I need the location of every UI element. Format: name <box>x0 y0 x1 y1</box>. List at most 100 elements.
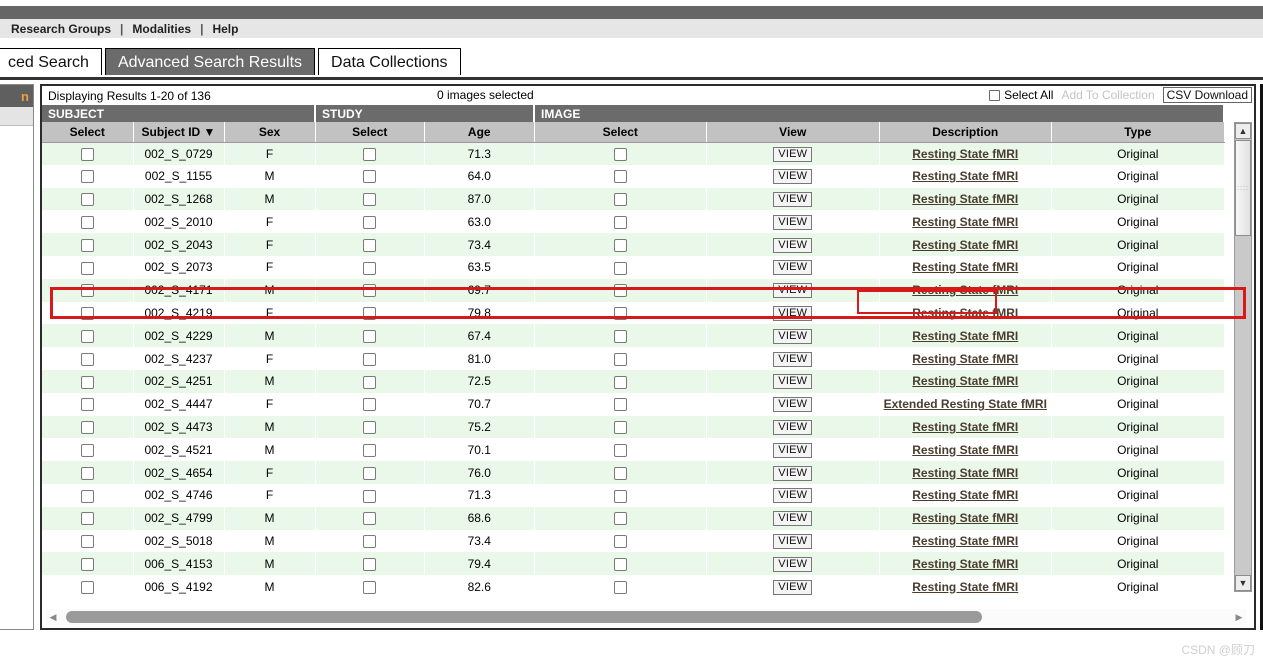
subject-select-checkbox[interactable] <box>80 580 94 594</box>
description-cell[interactable]: Resting State fMRI <box>879 278 1052 302</box>
image-select-cell[interactable] <box>534 529 707 553</box>
image-select-checkbox[interactable] <box>613 443 627 457</box>
subject-select-cell[interactable] <box>42 233 134 256</box>
column-header-subject-select[interactable]: Select <box>42 122 134 143</box>
vertical-scrollbar-thumb[interactable]: :::: <box>1235 140 1251 236</box>
subject-select-checkbox[interactable] <box>80 329 94 343</box>
image-select-cell[interactable] <box>534 438 707 462</box>
column-header-age[interactable]: Age <box>424 122 535 143</box>
scroll-left-arrow-icon[interactable]: ◀ <box>46 612 60 623</box>
image-select-checkbox[interactable] <box>613 284 627 298</box>
image-select-checkbox[interactable] <box>613 307 627 321</box>
study-select-cell[interactable] <box>315 483 425 507</box>
description-link[interactable]: Resting State fMRI <box>912 260 1018 274</box>
study-select-checkbox[interactable] <box>363 466 377 480</box>
horizontal-scrollbar-track[interactable] <box>60 611 1232 623</box>
description-cell[interactable]: Resting State fMRI <box>879 529 1052 553</box>
view-button[interactable]: VIEW <box>773 465 813 481</box>
study-select-checkbox[interactable] <box>363 375 377 389</box>
subject-select-cell[interactable] <box>42 575 134 598</box>
subject-select-cell[interactable] <box>42 438 134 462</box>
description-cell[interactable]: Resting State fMRI <box>879 483 1052 507</box>
subject-select-checkbox[interactable] <box>80 421 94 435</box>
column-header-sex[interactable]: Sex <box>224 122 316 143</box>
image-select-checkbox[interactable] <box>613 238 627 252</box>
study-select-cell[interactable] <box>315 552 425 576</box>
subject-select-checkbox[interactable] <box>80 466 94 480</box>
description-cell[interactable]: Resting State fMRI <box>879 301 1052 325</box>
description-link[interactable]: Resting State fMRI <box>912 306 1018 320</box>
image-select-cell[interactable] <box>534 483 707 507</box>
study-select-cell[interactable] <box>315 506 425 530</box>
view-cell[interactable]: VIEW <box>706 369 880 393</box>
subject-select-checkbox[interactable] <box>80 307 94 321</box>
subject-select-checkbox[interactable] <box>80 398 94 412</box>
horizontal-scrollbar[interactable]: ◀ ▶ <box>46 609 1246 625</box>
subject-select-checkbox[interactable] <box>80 193 94 207</box>
study-select-checkbox[interactable] <box>363 193 377 207</box>
study-select-cell[interactable] <box>315 142 425 165</box>
select-all-control[interactable]: Select All <box>989 88 1053 102</box>
study-select-cell[interactable] <box>315 164 425 188</box>
view-button[interactable]: VIEW <box>773 397 813 413</box>
subject-select-checkbox[interactable] <box>80 284 94 298</box>
nav-item-help[interactable]: Help <box>209 22 241 36</box>
subject-select-checkbox[interactable] <box>80 170 94 184</box>
subject-select-checkbox[interactable] <box>80 375 94 389</box>
view-cell[interactable]: VIEW <box>706 278 880 302</box>
image-select-cell[interactable] <box>534 324 707 348</box>
subject-select-cell[interactable] <box>42 324 134 348</box>
description-cell[interactable]: Resting State fMRI <box>879 255 1052 279</box>
study-select-checkbox[interactable] <box>363 284 377 298</box>
scroll-down-arrow-icon[interactable]: ▼ <box>1235 575 1251 591</box>
view-button[interactable]: VIEW <box>773 146 813 162</box>
view-cell[interactable]: VIEW <box>706 233 880 256</box>
view-button[interactable]: VIEW <box>773 214 813 230</box>
study-select-cell[interactable] <box>315 575 425 598</box>
view-cell[interactable]: VIEW <box>706 392 880 416</box>
study-select-checkbox[interactable] <box>363 535 377 549</box>
description-link[interactable]: Resting State fMRI <box>912 557 1018 571</box>
view-button[interactable]: VIEW <box>773 579 813 595</box>
subject-select-checkbox[interactable] <box>80 557 94 571</box>
image-select-cell[interactable] <box>534 187 707 211</box>
study-select-checkbox[interactable] <box>363 147 377 161</box>
tab-advanced-search-results[interactable]: Advanced Search Results <box>104 48 316 75</box>
view-cell[interactable]: VIEW <box>706 301 880 325</box>
view-cell[interactable]: VIEW <box>706 164 880 188</box>
description-link[interactable]: Resting State fMRI <box>912 147 1018 161</box>
subject-select-cell[interactable] <box>42 210 134 234</box>
column-header-type[interactable]: Type <box>1051 122 1225 143</box>
study-select-checkbox[interactable] <box>363 580 377 594</box>
view-button[interactable]: VIEW <box>773 351 813 367</box>
image-select-cell[interactable] <box>534 575 707 598</box>
image-select-checkbox[interactable] <box>613 170 627 184</box>
study-select-cell[interactable] <box>315 369 425 393</box>
description-link[interactable]: Resting State fMRI <box>912 192 1018 206</box>
description-cell[interactable]: Resting State fMRI <box>879 506 1052 530</box>
study-select-checkbox[interactable] <box>363 398 377 412</box>
view-cell[interactable]: VIEW <box>706 187 880 211</box>
study-select-checkbox[interactable] <box>363 215 377 229</box>
description-cell[interactable]: Resting State fMRI <box>879 347 1052 370</box>
image-select-cell[interactable] <box>534 278 707 302</box>
description-cell[interactable]: Resting State fMRI <box>879 552 1052 576</box>
study-select-cell[interactable] <box>315 324 425 348</box>
description-cell[interactable]: Resting State fMRI <box>879 324 1052 348</box>
image-select-cell[interactable] <box>534 552 707 576</box>
description-link[interactable]: Resting State fMRI <box>912 488 1018 502</box>
image-select-checkbox[interactable] <box>613 580 627 594</box>
subject-select-checkbox[interactable] <box>80 443 94 457</box>
image-select-cell[interactable] <box>534 461 707 484</box>
description-cell[interactable]: Resting State fMRI <box>879 461 1052 484</box>
image-select-checkbox[interactable] <box>613 535 627 549</box>
description-link[interactable]: Resting State fMRI <box>912 283 1018 297</box>
description-link[interactable]: Resting State fMRI <box>912 443 1018 457</box>
description-cell[interactable]: Resting State fMRI <box>879 233 1052 256</box>
description-cell[interactable]: Resting State fMRI <box>879 438 1052 462</box>
view-cell[interactable]: VIEW <box>706 438 880 462</box>
view-cell[interactable]: VIEW <box>706 415 880 439</box>
description-link[interactable]: Resting State fMRI <box>912 329 1018 343</box>
view-cell[interactable]: VIEW <box>706 347 880 370</box>
description-link[interactable]: Resting State fMRI <box>912 466 1018 480</box>
